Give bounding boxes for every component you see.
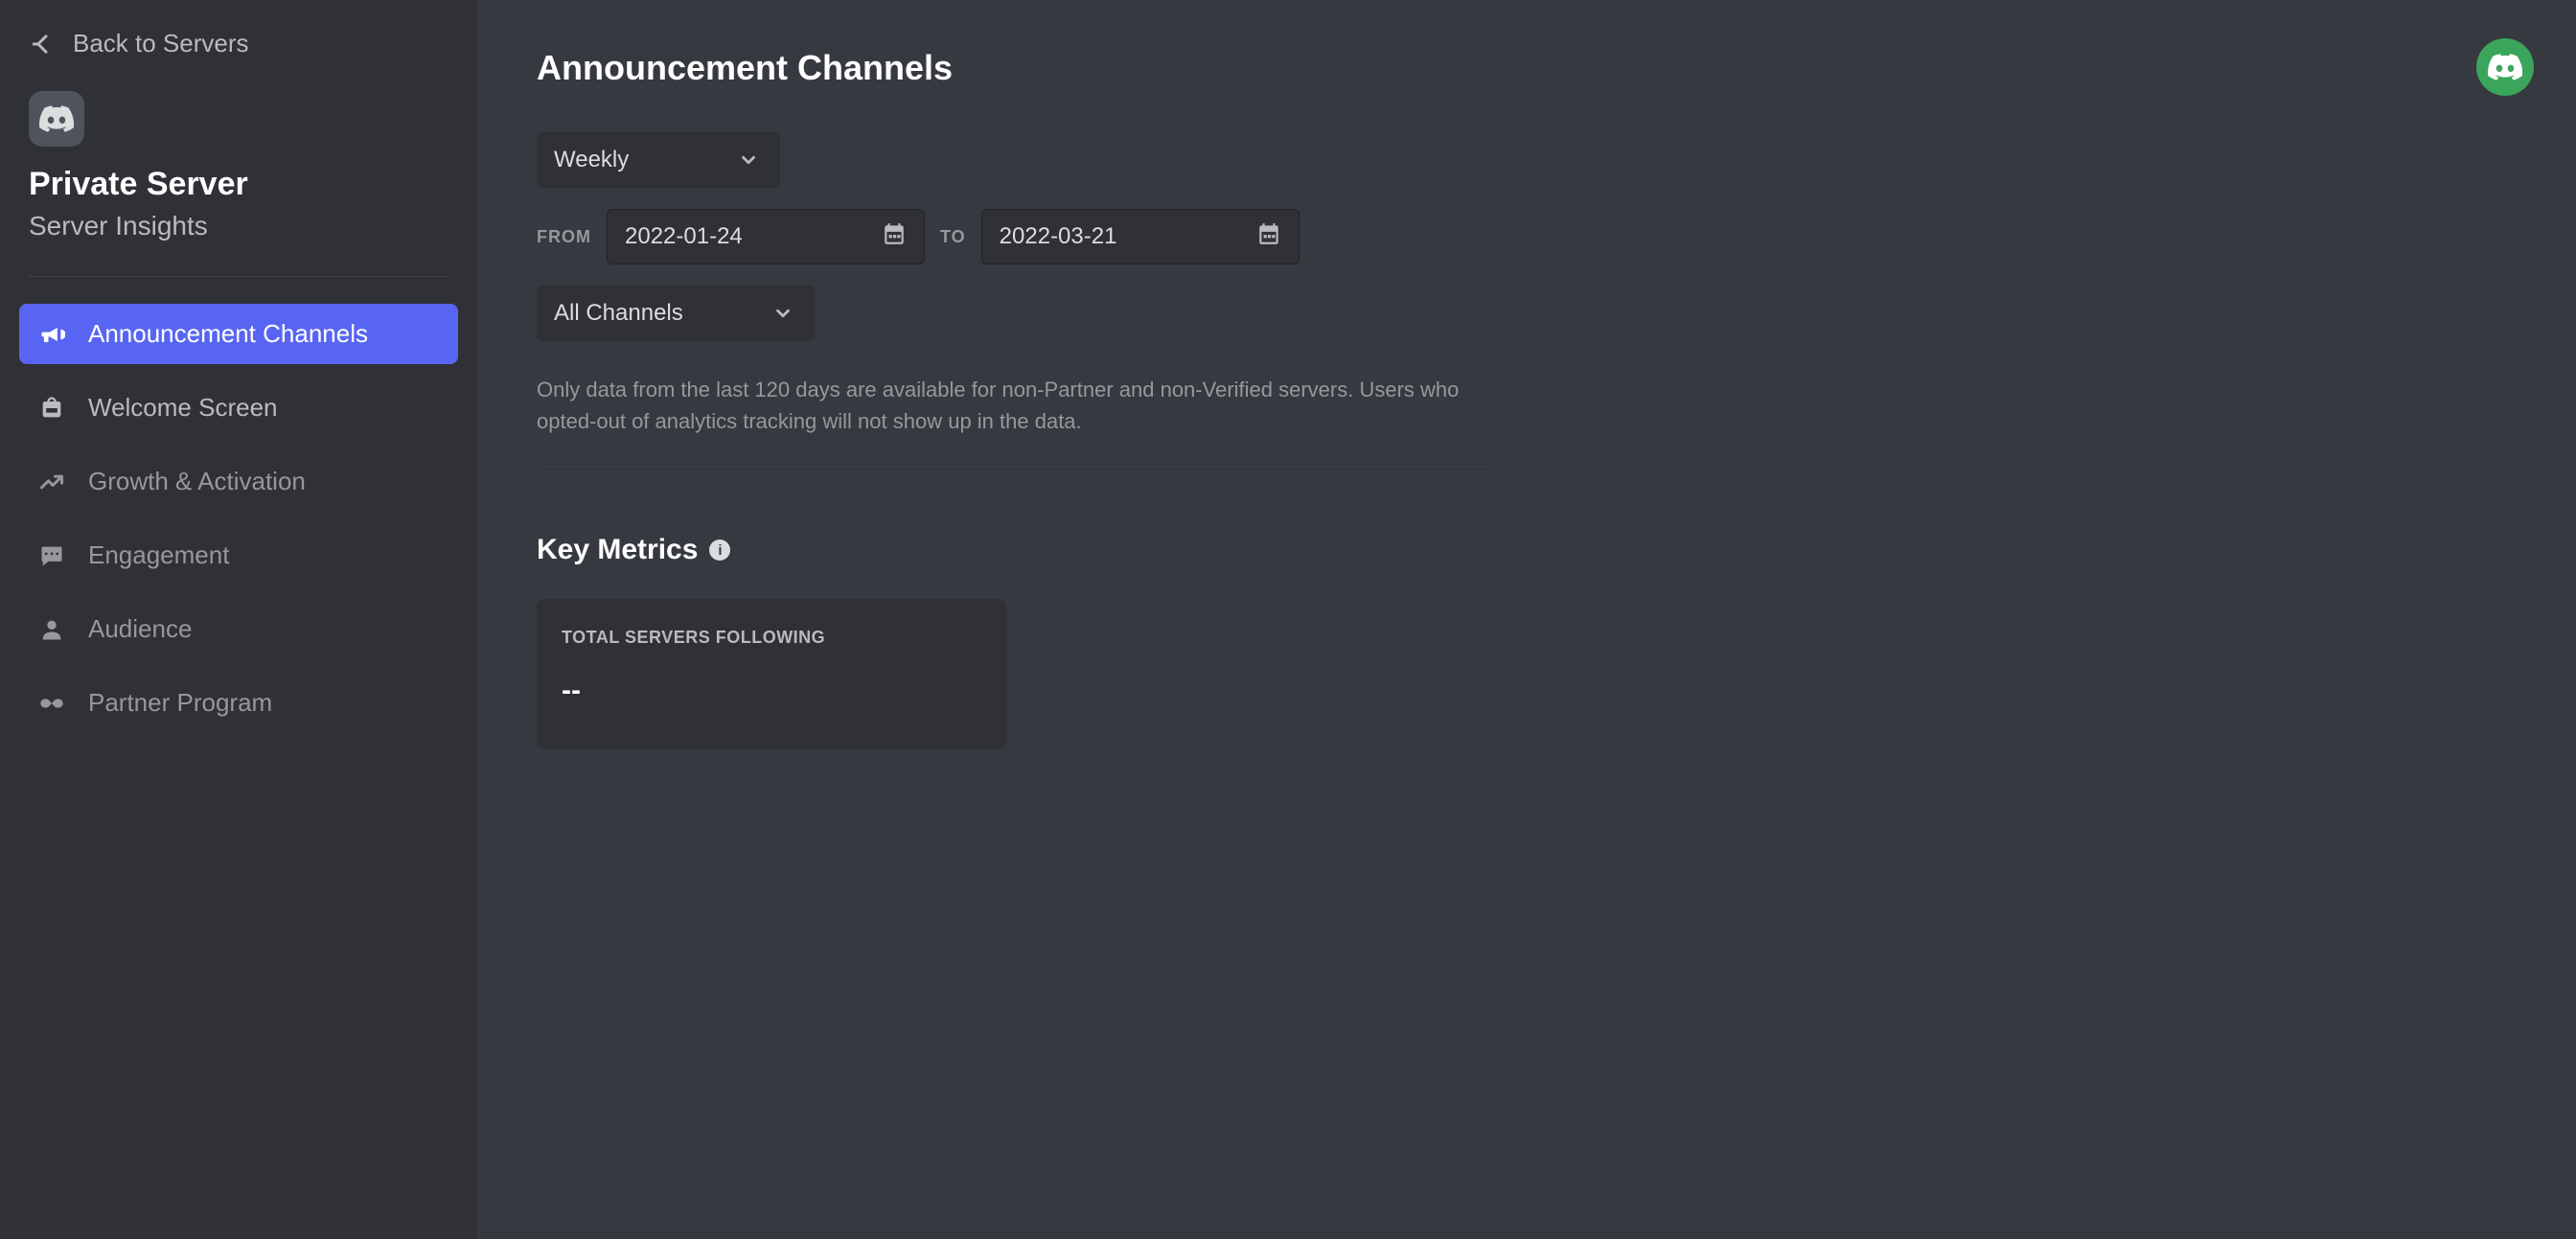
sidebar-item-welcome-screen[interactable]: Welcome Screen	[19, 378, 458, 438]
back-label: Back to Servers	[73, 29, 249, 58]
channel-select[interactable]: All Channels	[537, 286, 815, 341]
sidebar-item-partner-program[interactable]: Partner Program	[19, 673, 458, 733]
server-name: Private Server	[29, 166, 448, 203]
server-avatar	[29, 91, 84, 147]
back-to-servers-link[interactable]: Back to Servers	[33, 29, 448, 58]
sidebar-item-label: Growth & Activation	[88, 467, 306, 496]
backpack-icon	[38, 395, 65, 422]
trending-up-icon	[38, 469, 65, 495]
filters: Weekly FROM 2022-01-24 TO 2022-03-21	[537, 132, 2517, 341]
sidebar-item-audience[interactable]: Audience	[19, 599, 458, 659]
to-label: TO	[940, 227, 966, 247]
chevron-down-icon	[772, 303, 794, 324]
chevron-down-icon	[738, 149, 759, 171]
key-metrics-label: Key Metrics	[537, 534, 698, 566]
server-subtitle: Server Insights	[29, 211, 448, 241]
from-date-input[interactable]: 2022-01-24	[607, 209, 925, 264]
sidebar-item-engagement[interactable]: Engagement	[19, 525, 458, 585]
sidebar-item-label: Welcome Screen	[88, 393, 278, 423]
page-title: Announcement Channels	[537, 48, 2517, 88]
from-date-value: 2022-01-24	[625, 223, 743, 250]
interval-select[interactable]: Weekly	[537, 132, 780, 188]
main-content: Announcement Channels Weekly FROM 2022-0…	[477, 0, 2576, 1239]
to-date-value: 2022-03-21	[1000, 223, 1117, 250]
metric-label: TOTAL SERVERS FOLLOWING	[562, 628, 981, 648]
arrow-left-icon	[33, 31, 59, 57]
key-metrics-title: Key Metrics i	[537, 534, 2517, 566]
info-text: Only data from the last 120 days are ava…	[537, 374, 1495, 467]
infinity-icon	[38, 690, 65, 717]
info-icon[interactable]: i	[709, 539, 730, 561]
sidebar-item-label: Audience	[88, 614, 192, 644]
channel-value: All Channels	[554, 300, 683, 327]
interval-value: Weekly	[554, 147, 629, 173]
metric-value: --	[562, 675, 981, 707]
sidebar-item-label: Announcement Channels	[88, 319, 368, 349]
sidebar: Back to Servers Private Server Server In…	[0, 0, 477, 1239]
sidebar-item-growth-activation[interactable]: Growth & Activation	[19, 451, 458, 512]
date-range-row: FROM 2022-01-24 TO 2022-03-21	[537, 209, 2517, 264]
megaphone-icon	[38, 321, 65, 348]
sidebar-item-label: Partner Program	[88, 688, 272, 718]
calendar-icon	[882, 221, 907, 253]
person-icon	[38, 616, 65, 643]
sidebar-item-announcement-channels[interactable]: Announcement Channels	[19, 304, 458, 364]
metric-card-total-servers-following: TOTAL SERVERS FOLLOWING --	[537, 599, 1006, 749]
discord-status-badge[interactable]	[2476, 38, 2534, 96]
to-date-input[interactable]: 2022-03-21	[981, 209, 1300, 264]
from-label: FROM	[537, 227, 591, 247]
calendar-icon	[1256, 221, 1281, 253]
chat-icon	[38, 542, 65, 569]
divider	[29, 276, 448, 277]
sidebar-item-label: Engagement	[88, 540, 229, 570]
